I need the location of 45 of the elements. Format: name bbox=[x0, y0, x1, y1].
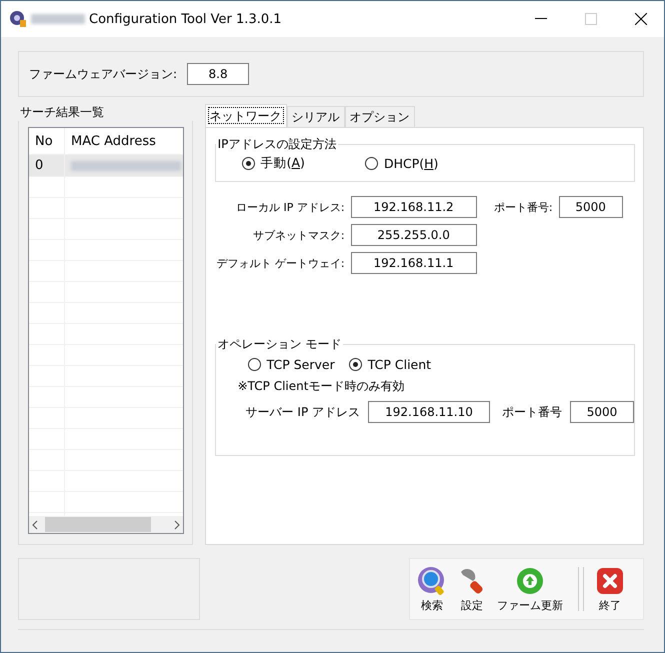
radio-option[interactable]: DHCP(H) bbox=[364, 155, 438, 172]
tab[interactable]: シリアル bbox=[286, 106, 345, 127]
settings-button[interactable]: 設定 bbox=[452, 566, 492, 612]
upload-icon bbox=[515, 566, 545, 596]
field-label: ポート番号: bbox=[494, 200, 553, 214]
text-field[interactable]: 5000 bbox=[558, 196, 623, 218]
redacted-mark bbox=[31, 14, 85, 24]
radio-option[interactable]: 手動(A) bbox=[242, 155, 305, 172]
exit-button[interactable]: 終了 bbox=[590, 566, 630, 612]
radio-button[interactable] bbox=[364, 157, 378, 170]
window-title: Configuration Tool Ver 1.3.0.1 bbox=[89, 12, 283, 26]
field-label: ローカル IP アドレス: bbox=[236, 200, 345, 214]
radio-button[interactable] bbox=[242, 157, 255, 170]
results-list[interactable]: No MAC Address 0 bbox=[28, 127, 184, 534]
scrollbar-thumb[interactable] bbox=[45, 517, 151, 532]
radio-button[interactable] bbox=[248, 358, 261, 371]
tab[interactable]: オプション bbox=[344, 106, 415, 127]
field-label: デフォルト ゲートウェイ: bbox=[216, 256, 345, 270]
column-header[interactable]: MAC Address bbox=[65, 128, 183, 154]
group-title: オペレーション モード bbox=[216, 336, 342, 353]
column-header[interactable]: No bbox=[29, 128, 65, 154]
list-row[interactable]: 0 bbox=[29, 155, 183, 177]
group-title: サーチ結果一覧 bbox=[19, 104, 105, 121]
tab[interactable]: ネットワーク bbox=[204, 104, 287, 127]
update-button[interactable]: ファーム更新 bbox=[492, 566, 568, 612]
group-title: IPアドレスの設定方法 bbox=[216, 136, 338, 153]
field-label: ファームウェアバージョン: bbox=[29, 66, 178, 82]
field-label: ポート番号 bbox=[502, 404, 562, 420]
radio-option[interactable]: TCP Client bbox=[348, 357, 432, 372]
field-label: サーバー IP アドレス bbox=[246, 404, 360, 420]
note-text: ※TCP Clientモード時のみ有効 bbox=[236, 378, 404, 395]
firmware-field[interactable]: 8.8 bbox=[187, 63, 250, 85]
text-field[interactable]: 192.168.11.1 bbox=[350, 252, 477, 274]
text-field[interactable]: 192.168.11.10 bbox=[368, 401, 490, 423]
table-cell: 0 bbox=[29, 155, 65, 176]
search-icon bbox=[417, 566, 447, 596]
text-field[interactable]: 5000 bbox=[570, 401, 634, 423]
app-icon bbox=[9, 10, 27, 28]
text-field[interactable]: 255.255.0.0 bbox=[350, 224, 477, 246]
close-icon bbox=[595, 566, 625, 596]
field-label: サブネットマスク: bbox=[252, 228, 345, 242]
radio-option[interactable]: TCP Server bbox=[248, 357, 335, 372]
search-button[interactable]: 検索 bbox=[412, 566, 452, 612]
text-field[interactable]: 192.168.11.2 bbox=[350, 196, 477, 218]
radio-button[interactable] bbox=[348, 358, 362, 371]
